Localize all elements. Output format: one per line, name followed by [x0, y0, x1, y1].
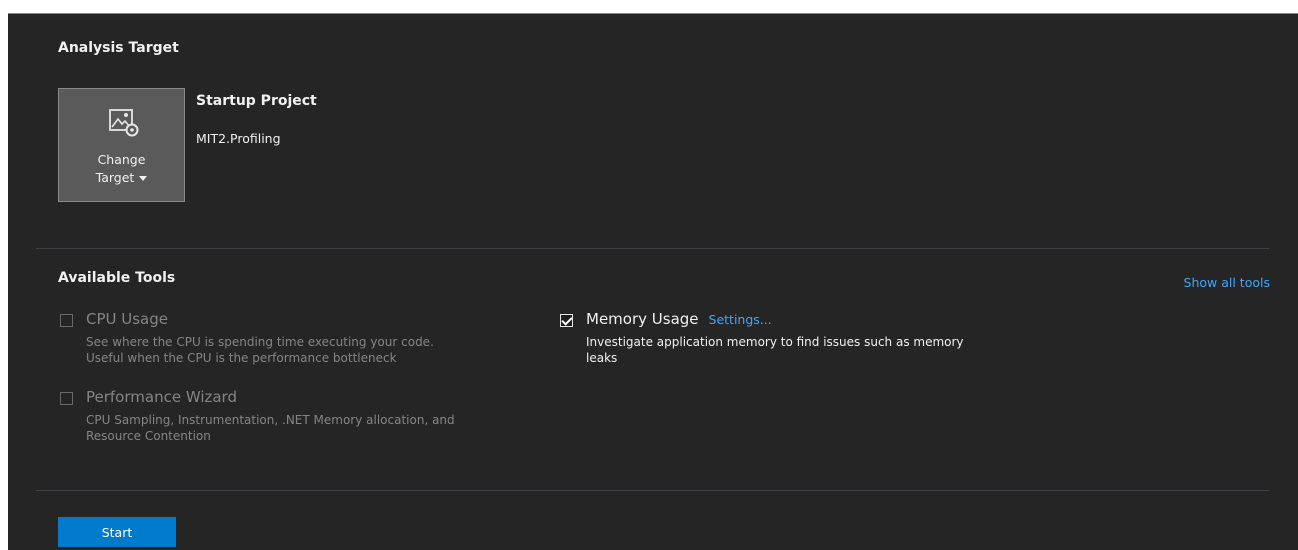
performance-wizard-checkbox[interactable] — [60, 392, 73, 405]
tool-description: CPU Sampling, Instrumentation, .NET Memo… — [86, 412, 455, 444]
caret-down-icon — [139, 176, 148, 181]
memory-usage-label: Memory Usage — [586, 310, 699, 328]
tool-description-line1: Investigate application memory to find i… — [586, 335, 964, 349]
change-target-button[interactable]: Change Target — [58, 88, 185, 202]
show-all-tools-link[interactable]: Show all tools — [1184, 275, 1270, 290]
tool-description-line2: leaks — [586, 351, 618, 365]
startup-project-name: MIT2.Profiling — [196, 131, 281, 146]
image-settings-icon — [109, 109, 139, 137]
tool-description: See where the CPU is spending time execu… — [86, 334, 434, 366]
analysis-target-title: Analysis Target — [58, 40, 179, 56]
tool-description-line2: Useful when the CPU is the performance b… — [86, 351, 397, 365]
section-divider — [36, 248, 1269, 249]
tool-description: Investigate application memory to find i… — [586, 334, 964, 366]
window-top-border — [0, 0, 1298, 14]
change-target-label: Change Target — [59, 151, 184, 187]
change-target-text: Target — [95, 170, 135, 185]
section-divider — [36, 490, 1269, 491]
tool-name: CPU Usage — [86, 310, 169, 328]
memory-usage-checkbox[interactable] — [560, 314, 573, 327]
tool-name: Memory Usage Settings... — [586, 310, 772, 328]
change-target-label-line1: Change — [97, 152, 146, 167]
startup-project-title: Startup Project — [196, 93, 317, 109]
tool-description-line1: CPU Sampling, Instrumentation, .NET Memo… — [86, 413, 455, 427]
tool-description-line2: Resource Contention — [86, 429, 211, 443]
start-button[interactable]: Start — [58, 517, 176, 547]
change-target-label-line2: Target — [59, 169, 184, 187]
tool-name: Performance Wizard — [86, 388, 237, 406]
tool-description-line1: See where the CPU is spending time execu… — [86, 335, 434, 349]
window-left-border — [0, 0, 8, 550]
memory-usage-settings-link[interactable]: Settings... — [709, 312, 772, 327]
cpu-usage-checkbox[interactable] — [60, 314, 73, 327]
available-tools-title: Available Tools — [58, 270, 176, 286]
